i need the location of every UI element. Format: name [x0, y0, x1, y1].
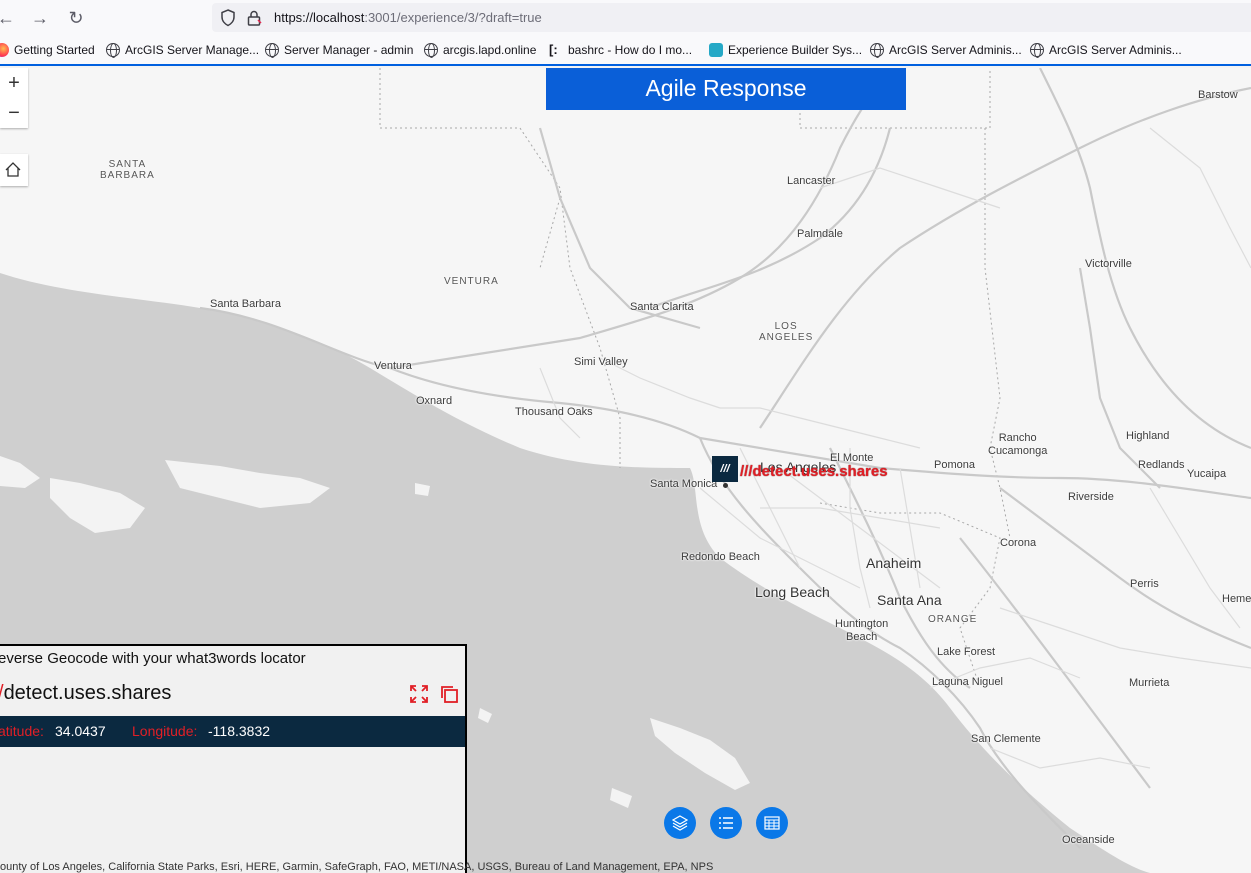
label-rancho-cucamonga: Rancho Cucamonga: [988, 432, 1048, 457]
what3words-address: /detect.uses.shares: [0, 682, 171, 705]
url-text: https://localhost:3001/experience/3/?dra…: [274, 10, 542, 25]
label-san-clemente: San Clemente: [971, 733, 1041, 745]
longitude-value: -118.3832: [208, 723, 271, 739]
bookmark-label: ArcGIS Server Adminis...: [889, 43, 1022, 57]
bookmark-label: ArcGIS Server Manage...: [125, 43, 260, 57]
map-attribution: ounty of Los Angeles, California State P…: [0, 861, 714, 873]
label-laguna-niguel: Laguna Niguel: [932, 676, 1003, 688]
bookmark-arcgis-server-admin-2[interactable]: ArcGIS Server Adminis...: [1030, 43, 1182, 58]
what3words-marker-icon[interactable]: ///: [712, 456, 738, 482]
label-santa-barbara-county: SANTA BARBARA: [100, 159, 155, 181]
location-dot: [723, 483, 728, 488]
bracket-icon: [:: [549, 42, 558, 57]
bookmark-experience-builder[interactable]: Experience Builder Sys...: [709, 43, 862, 57]
what3words-marker-label[interactable]: ///detect.uses.shares: [740, 463, 888, 480]
zoom-in-icon[interactable]: +: [0, 68, 28, 98]
label-oceanside: Oceanside: [1062, 834, 1115, 846]
label-redlands: Redlands: [1138, 459, 1185, 471]
home-button[interactable]: [0, 154, 28, 186]
address-bar[interactable]: https://localhost:3001/experience/3/?dra…: [212, 3, 1251, 32]
table-icon: [764, 816, 780, 830]
globe-icon: [424, 43, 438, 58]
label-thousand-oaks: Thousand Oaks: [515, 406, 593, 418]
label-yucaipa: Yucaipa: [1187, 468, 1227, 480]
experience-builder-icon: [709, 43, 723, 57]
label-redondo-beach: Redondo Beach: [681, 551, 760, 563]
layers-button[interactable]: [664, 807, 696, 839]
label-long-beach: Long Beach: [755, 584, 830, 600]
bookmark-arcgis-server-admin-1[interactable]: ArcGIS Server Adminis...: [870, 43, 1022, 58]
home-icon: [5, 162, 21, 177]
bookmark-label: bashrc - How do I mo...: [568, 43, 693, 57]
label-anaheim: Anaheim: [866, 555, 922, 571]
globe-icon: [265, 43, 279, 58]
w3w-words: detect.uses.shares: [3, 682, 172, 704]
layers-icon: [672, 815, 688, 831]
expand-icon[interactable]: [409, 684, 429, 704]
coordinates-bar: atitude: 34.0437 Longitude: -118.3832: [0, 716, 465, 747]
globe-icon: [106, 43, 120, 58]
label-santa-clarita: Santa Clarita: [630, 301, 694, 313]
shield-icon[interactable]: [220, 9, 236, 27]
label-victorville: Victorville: [1085, 258, 1132, 270]
label-murrieta: Murrieta: [1129, 677, 1170, 689]
bookmark-label: arcgis.lapd.online: [443, 43, 537, 57]
label-perris: Perris: [1130, 578, 1159, 590]
firefox-icon: [0, 43, 9, 57]
copy-icon[interactable]: [439, 684, 459, 704]
browser-toolbar: ← → ↻ https://localhost:3001/experience/…: [0, 0, 1251, 36]
label-lake-forest: Lake Forest: [937, 646, 996, 658]
zoom-control: + −: [0, 68, 28, 128]
latitude-label: atitude:: [0, 723, 44, 739]
map-view[interactable]: SANTA BARBARA VENTURA LOS ANGELES ORANGE…: [0, 68, 1251, 873]
label-simi-valley: Simi Valley: [574, 356, 628, 368]
label-la-county: LOS ANGELES: [759, 321, 814, 343]
zoom-out-icon[interactable]: −: [0, 98, 28, 128]
bookmark-label: ArcGIS Server Adminis...: [1049, 43, 1182, 57]
label-orange-county: ORANGE: [928, 614, 978, 625]
label-oxnard: Oxnard: [416, 395, 453, 407]
lock-icon[interactable]: [246, 9, 262, 27]
latitude-value: 34.0437: [55, 723, 106, 739]
legend-button[interactable]: [710, 807, 742, 839]
bookmarks-bar: Getting Started ArcGIS Server Manage... …: [0, 36, 1251, 66]
reload-icon[interactable]: ↻: [64, 6, 88, 30]
label-ventura: Ventura: [374, 360, 412, 372]
reverse-geocode-panel: everse Geocode with your what3words loca…: [0, 644, 467, 873]
globe-icon: [870, 43, 884, 58]
back-arrow-icon[interactable]: ←: [0, 6, 18, 30]
label-corona: Corona: [1000, 537, 1037, 549]
label-lancaster: Lancaster: [787, 175, 836, 187]
label-santa-barbara: Santa Barbara: [210, 298, 281, 310]
bookmark-label: Server Manager - admin: [284, 43, 414, 57]
bookmark-server-manager-admin[interactable]: Server Manager - admin: [265, 43, 414, 58]
label-santa-ana: Santa Ana: [877, 592, 942, 608]
table-button[interactable]: [756, 807, 788, 839]
label-ventura-county: VENTURA: [444, 276, 499, 287]
url-path: :3001/experience/3/?draft=true: [364, 10, 542, 25]
url-host: https://localhost: [274, 10, 365, 25]
app-title: Agile Response: [546, 68, 906, 110]
forward-arrow-icon[interactable]: →: [28, 6, 52, 30]
label-pomona: Pomona: [934, 459, 975, 471]
list-icon: [719, 817, 733, 829]
label-hemet: Heme: [1222, 593, 1251, 605]
label-barstow: Barstow: [1198, 89, 1238, 101]
bookmark-bashrc[interactable]: [: bashrc - How do I mo...: [549, 42, 693, 58]
label-palmdale: Palmdale: [797, 228, 843, 240]
bookmark-label: Experience Builder Sys...: [728, 43, 863, 57]
panel-title: everse Geocode with your what3words loca…: [0, 650, 306, 667]
bookmark-label: Getting Started: [14, 43, 95, 57]
bookmark-getting-started[interactable]: Getting Started: [0, 43, 95, 57]
bookmark-arcgis-lapd[interactable]: arcgis.lapd.online: [424, 43, 537, 58]
label-huntington-beach: Huntington Beach: [835, 618, 889, 643]
label-riverside: Riverside: [1068, 491, 1114, 503]
label-highland: Highland: [1126, 430, 1170, 442]
globe-icon: [1030, 43, 1044, 58]
label-santa-monica: Santa Monica: [650, 478, 718, 490]
longitude-label: Longitude:: [132, 723, 198, 739]
bookmark-arcgis-server-manager[interactable]: ArcGIS Server Manage...: [106, 43, 260, 58]
